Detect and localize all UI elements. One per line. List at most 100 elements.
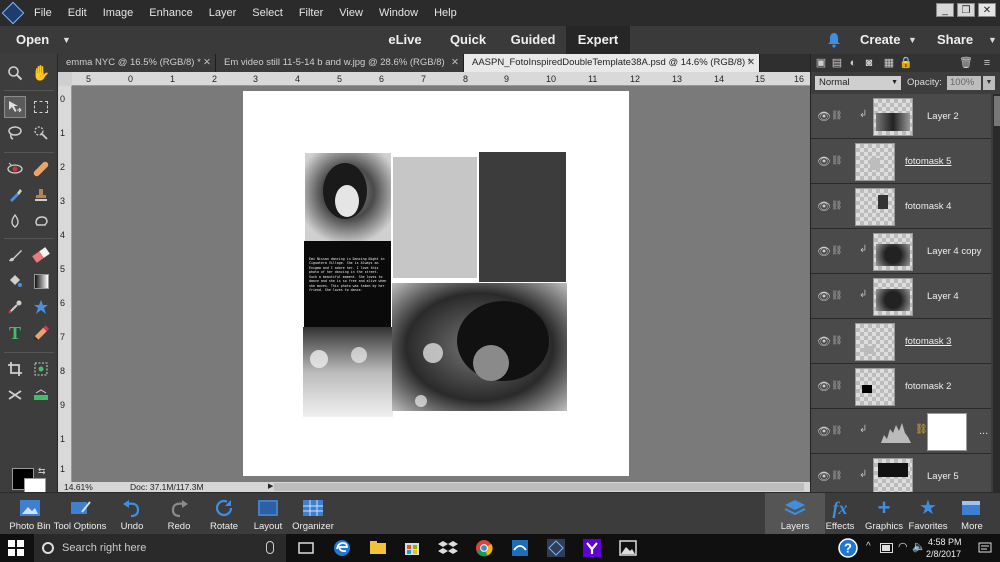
action-center-icon[interactable] [978,542,992,554]
layer-row-layer-5[interactable]: 👁 ⛓ ↲ Layer 5 [811,454,991,492]
layers-scrollbar[interactable] [993,94,1000,492]
clock-time[interactable]: 4:58 PM [928,537,962,547]
visibility-eye-icon[interactable]: 👁 [817,245,831,258]
close-tab-icon[interactable]: ✕ [747,54,755,72]
layer-name[interactable]: fotomask 4 [905,184,951,229]
blur-tool-icon[interactable] [4,210,26,232]
photos-app-icon[interactable] [618,538,638,558]
layer-name[interactable]: fotomask 2 [905,364,951,409]
link-icon[interactable]: ⛓ [831,335,842,347]
doc-tab-3[interactable]: AASPN_FotoInspiredDoubleTemplate38A.psd … [464,54,760,72]
menu-file[interactable]: File [26,0,60,26]
link-icon[interactable]: ⛓ [831,290,842,302]
chrome-browser-icon[interactable] [474,538,494,558]
opacity-dropdown-icon[interactable]: ▼ [983,76,995,90]
panel-menu-icon[interactable]: ≡ [981,57,993,69]
help-icon[interactable]: ? [838,538,858,558]
create-button[interactable]: Create [860,26,900,54]
close-tab-icon[interactable]: ✕ [203,54,211,72]
recompose-tool-icon[interactable] [30,358,52,380]
smart-brush-icon[interactable] [4,184,26,206]
task-view-icon[interactable] [296,538,316,558]
store-icon[interactable] [402,538,422,558]
lock-all-icon[interactable]: 🔒 [899,57,913,69]
tab-guided[interactable]: Guided [500,26,566,54]
layer-row-layer-2[interactable]: 👁 ⛓ ↲ Layer 2 [811,94,991,139]
wifi-icon[interactable]: ◠ [898,540,908,553]
lasso-tool-icon[interactable] [4,122,26,144]
layer-name[interactable]: Layer 4 [927,274,959,319]
blend-mode-select[interactable]: Normal ▼ [815,76,901,90]
layer-row-levels-adjustment[interactable]: 👁 ⛓ ↲ ⛓ ... [811,409,991,454]
brush-tool-icon[interactable] [4,244,26,266]
scrollbar-thumb[interactable] [994,96,1000,126]
organizer-button[interactable]: Organizer [283,493,343,535]
elements-editor-taskbar-icon[interactable] [546,538,566,558]
layer-row-fotomask-4[interactable]: 👁 ⛓ fotomask 4 [811,184,991,229]
menu-layer[interactable]: Layer [201,0,245,26]
pencil-tool-icon[interactable] [30,322,52,344]
share-button[interactable]: Share [937,26,973,54]
mask-link-icon[interactable]: ⛓ [915,424,928,435]
menu-edit[interactable]: Edit [60,0,95,26]
dropbox-icon[interactable] [438,538,458,558]
menu-enhance[interactable]: Enhance [141,0,200,26]
share-dropdown-icon[interactable]: ▼ [988,26,997,54]
windows-start-icon[interactable] [8,540,24,556]
search-input[interactable]: Search right here [62,534,146,562]
layer-row-layer-4-copy[interactable]: 👁 ⛓ ↲ Layer 4 copy [811,229,991,274]
more-options[interactable]: ... [979,425,988,437]
layer-mask-icon[interactable]: ◙ [863,57,875,69]
delete-layer-icon[interactable]: 🗑 [959,57,973,69]
file-explorer-icon[interactable] [368,538,388,558]
hand-tool-icon[interactable]: ✋ [30,62,52,84]
layer-row-fotomask-2[interactable]: 👁 ⛓ fotomask 2 [811,364,991,409]
doc-tab-2[interactable]: Em video still 11-5-14 b and w.jpg @ 28.… [216,54,464,72]
link-icon[interactable]: ⛓ [831,245,842,257]
doc-tab-1[interactable]: emma NYC @ 16.5% (RGB/8) * ✕ [58,54,216,72]
move-tool-icon[interactable] [4,96,26,118]
status-menu-icon[interactable]: ▶ [268,482,273,492]
opacity-input[interactable]: 100% [947,76,981,90]
photoshop-elements-taskbar-icon[interactable] [510,538,530,558]
eraser-tool-icon[interactable] [30,244,52,266]
lock-transparent-icon[interactable]: ▦ [883,57,895,69]
more-button[interactable]: More [942,493,1000,535]
tool-options-button[interactable]: Tool Options [50,493,110,535]
paint-bucket-icon[interactable] [4,270,26,292]
menu-help[interactable]: Help [426,0,465,26]
crop-tool-icon[interactable] [4,358,26,380]
visibility-eye-icon[interactable]: 👁 [817,290,831,303]
layer-name[interactable]: Layer 4 copy [927,229,981,274]
new-layer-icon[interactable]: ▣ [815,57,827,69]
menu-select[interactable]: Select [244,0,291,26]
marquee-tool-icon[interactable] [30,96,52,118]
zoom-tool-icon[interactable] [4,62,26,84]
spot-healing-brush-icon[interactable] [30,158,52,180]
notification-bell-icon[interactable] [826,32,842,48]
content-aware-move-icon[interactable] [4,384,26,406]
layer-name[interactable]: fotomask 5 [905,139,951,184]
visibility-eye-icon[interactable]: 👁 [817,380,831,393]
eyedropper-tool-icon[interactable] [4,296,26,318]
layer-name[interactable]: fotomask 3 [905,319,951,364]
visibility-eye-icon[interactable]: 👁 [817,470,831,483]
close-tab-icon[interactable]: ✕ [451,54,459,72]
open-button[interactable]: Open [16,26,49,54]
link-icon[interactable]: ⛓ [831,110,842,122]
canvas-area[interactable]: Emi Nissan dancing in Dancing Night in C… [72,86,810,482]
menu-filter[interactable]: Filter [291,0,331,26]
link-icon[interactable]: ⛓ [831,425,842,437]
swap-colors-icon[interactable]: ⇆ [38,466,46,477]
quick-selection-tool-icon[interactable] [30,122,52,144]
close-button[interactable]: ✕ [978,3,996,17]
open-dropdown-icon[interactable]: ▼ [62,26,71,54]
layer-name[interactable]: Layer 2 [927,94,959,139]
tab-expert[interactable]: Expert [566,26,630,54]
microphone-icon[interactable] [266,541,274,554]
menu-window[interactable]: Window [371,0,426,26]
battery-icon[interactable] [880,543,894,553]
gradient-tool-icon[interactable] [30,270,52,292]
menu-image[interactable]: Image [95,0,142,26]
link-icon[interactable]: ⛓ [831,200,842,212]
